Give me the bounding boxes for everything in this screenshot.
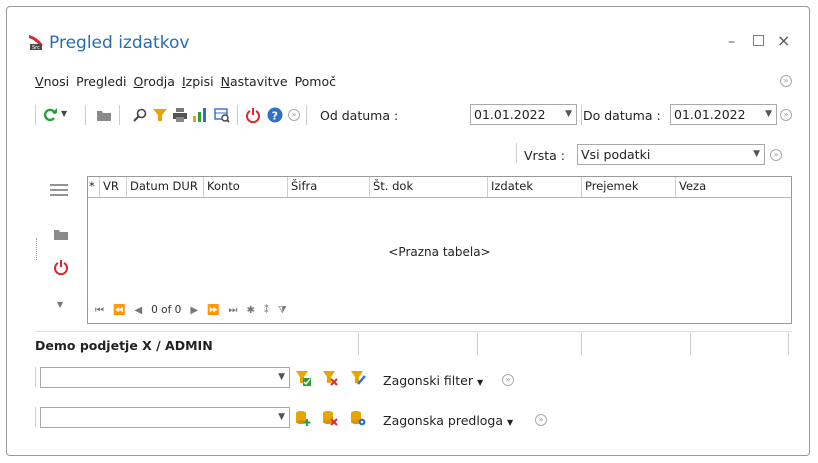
- menu-options-icon[interactable]: »: [780, 75, 792, 87]
- app-logo-icon: Src: [29, 35, 43, 51]
- side-power-icon[interactable]: [53, 259, 69, 275]
- template-add-icon[interactable]: [295, 410, 311, 426]
- zagonska-predloga-dropdown-icon[interactable]: ▼: [507, 418, 513, 427]
- filter-edit-icon[interactable]: [350, 370, 366, 386]
- column-header-vr[interactable]: VR: [100, 177, 127, 197]
- window-title: Pregled izdatkov: [49, 33, 190, 53]
- menu-item-nastavitve[interactable]: Nastavitve: [221, 74, 288, 89]
- side-folder-icon[interactable]: [53, 226, 69, 242]
- nav-first-icon[interactable]: ⏮: [95, 305, 104, 316]
- side-dropdown-icon[interactable]: ▼: [57, 300, 63, 309]
- menu-item-pomoc[interactable]: Pomoč: [295, 74, 336, 89]
- template-select[interactable]: ▼: [40, 407, 290, 428]
- hamburger-menu-icon[interactable]: [50, 183, 68, 197]
- svg-text:?: ?: [272, 110, 278, 123]
- svg-text:Src: Src: [32, 45, 40, 51]
- nav-next-page-icon[interactable]: ⏩: [207, 305, 219, 316]
- column-header-prejemek[interactable]: Prejemek: [582, 177, 676, 197]
- nav-prev-icon[interactable]: ◀: [134, 305, 142, 316]
- menu-item-vnosi[interactable]: Vnosi: [35, 74, 69, 89]
- filter-remove-icon[interactable]: [322, 370, 338, 386]
- do-datuma-label: Do datuma :: [583, 108, 661, 123]
- column-header-sifra[interactable]: Šifra: [288, 177, 370, 197]
- grid-navigator: ⏮ ⏪ ◀ 0 of 0 ▶ ⏩ ⏭ ✱ ⁑ ⧩: [95, 304, 287, 316]
- search-icon[interactable]: [132, 107, 148, 123]
- status-divider: [581, 333, 582, 355]
- help-icon[interactable]: ?: [267, 107, 283, 123]
- company-label: Demo podjetje X / ADMIN: [35, 338, 213, 353]
- chart-icon[interactable]: [192, 107, 208, 123]
- zagonska-predloga-button[interactable]: Zagonska predloga ▼: [383, 413, 513, 428]
- status-divider: [690, 333, 691, 355]
- power-icon[interactable]: [245, 107, 261, 123]
- refresh-icon[interactable]: [42, 107, 58, 123]
- filter-grip: [35, 367, 36, 387]
- od-datuma-label: Od datuma :: [320, 108, 399, 123]
- status-divider: [788, 333, 789, 355]
- folder-icon[interactable]: [96, 107, 112, 123]
- template-delete-icon[interactable]: [322, 410, 338, 426]
- filter-dropdown-icon[interactable]: ▼: [278, 368, 285, 387]
- empty-table-message: <Prazna tabela>: [388, 245, 491, 259]
- toolbar-separator: [85, 105, 86, 125]
- side-grip: [36, 238, 38, 260]
- do-datuma-field[interactable]: 01.01.2022 ▼: [670, 104, 777, 125]
- od-datuma-field[interactable]: 01.01.2022 ▼: [470, 104, 577, 125]
- do-datuma-dropdown-icon[interactable]: ▼: [765, 105, 772, 124]
- close-button[interactable]: ×: [777, 31, 790, 50]
- filter-apply-icon[interactable]: [295, 370, 311, 386]
- column-header-konto[interactable]: Konto: [204, 177, 288, 197]
- menu-bar: Vnosi Pregledi Orodja Izpisi Nastavitve …: [35, 74, 343, 89]
- column-header-izdatek[interactable]: Izdatek: [488, 177, 582, 197]
- date-options-icon[interactable]: »: [780, 109, 792, 121]
- status-divider: [477, 333, 478, 355]
- vrsta-label: Vrsta :: [524, 148, 565, 163]
- minimize-button[interactable]: –: [728, 34, 735, 50]
- vrsta-options-icon[interactable]: »: [770, 149, 782, 161]
- template-dropdown-icon[interactable]: ▼: [278, 408, 285, 427]
- toolbar-separator: [581, 105, 582, 125]
- menu-item-izpisi[interactable]: Izpisi: [182, 74, 214, 89]
- pager-text: 0 of 0: [151, 304, 182, 316]
- zagonski-filter-dropdown-icon[interactable]: ▼: [477, 378, 483, 387]
- od-datuma-dropdown-icon[interactable]: ▼: [565, 105, 572, 124]
- data-grid[interactable]: * VR Datum DUR Konto Šifra Št. dok Izdat…: [87, 176, 792, 324]
- filter-select[interactable]: ▼: [40, 367, 290, 388]
- menu-item-pregledi[interactable]: Pregledi: [76, 74, 126, 89]
- nav-prev-page-icon[interactable]: ⏪: [113, 305, 125, 316]
- toolbar-separator: [119, 105, 120, 125]
- refresh-dropdown-icon[interactable]: ▼: [61, 109, 67, 118]
- vrsta-grip: [516, 143, 517, 163]
- print-icon[interactable]: [172, 107, 188, 123]
- toolbar-grip: [35, 105, 36, 125]
- nav-next-icon[interactable]: ▶: [190, 305, 198, 316]
- filter-icon[interactable]: [152, 107, 168, 123]
- toolbar-separator: [306, 105, 307, 125]
- vrsta-select[interactable]: Vsi podatki ▼: [577, 144, 765, 165]
- grid-search-icon[interactable]: [214, 107, 230, 123]
- maximize-button[interactable]: □: [752, 32, 765, 48]
- template-grip: [35, 407, 36, 427]
- column-header-datum-dur[interactable]: Datum DUR: [127, 177, 204, 197]
- toolbar-separator: [237, 105, 238, 125]
- vrsta-dropdown-icon[interactable]: ▼: [753, 145, 760, 164]
- nav-last-icon[interactable]: ⏭: [228, 305, 237, 316]
- column-header-st-dok[interactable]: Št. dok: [370, 177, 488, 197]
- filter-options-icon[interactable]: »: [502, 374, 514, 386]
- column-header-veza[interactable]: Veza: [676, 177, 791, 197]
- template-options-icon[interactable]: »: [535, 414, 547, 426]
- nav-insert-icon[interactable]: ✱: [246, 305, 254, 316]
- template-settings-icon[interactable]: [350, 410, 366, 426]
- toolbar-options-icon[interactable]: »: [288, 109, 300, 121]
- column-header-marker[interactable]: *: [88, 177, 100, 197]
- nav-append-icon[interactable]: ⁑: [264, 305, 269, 316]
- nav-filter-icon[interactable]: ⧩: [278, 305, 287, 316]
- menu-item-orodja[interactable]: Orodja: [134, 74, 175, 89]
- status-divider: [358, 333, 359, 355]
- grid-header: * VR Datum DUR Konto Šifra Št. dok Izdat…: [88, 177, 791, 198]
- zagonski-filter-button[interactable]: Zagonski filter ▼: [383, 373, 483, 388]
